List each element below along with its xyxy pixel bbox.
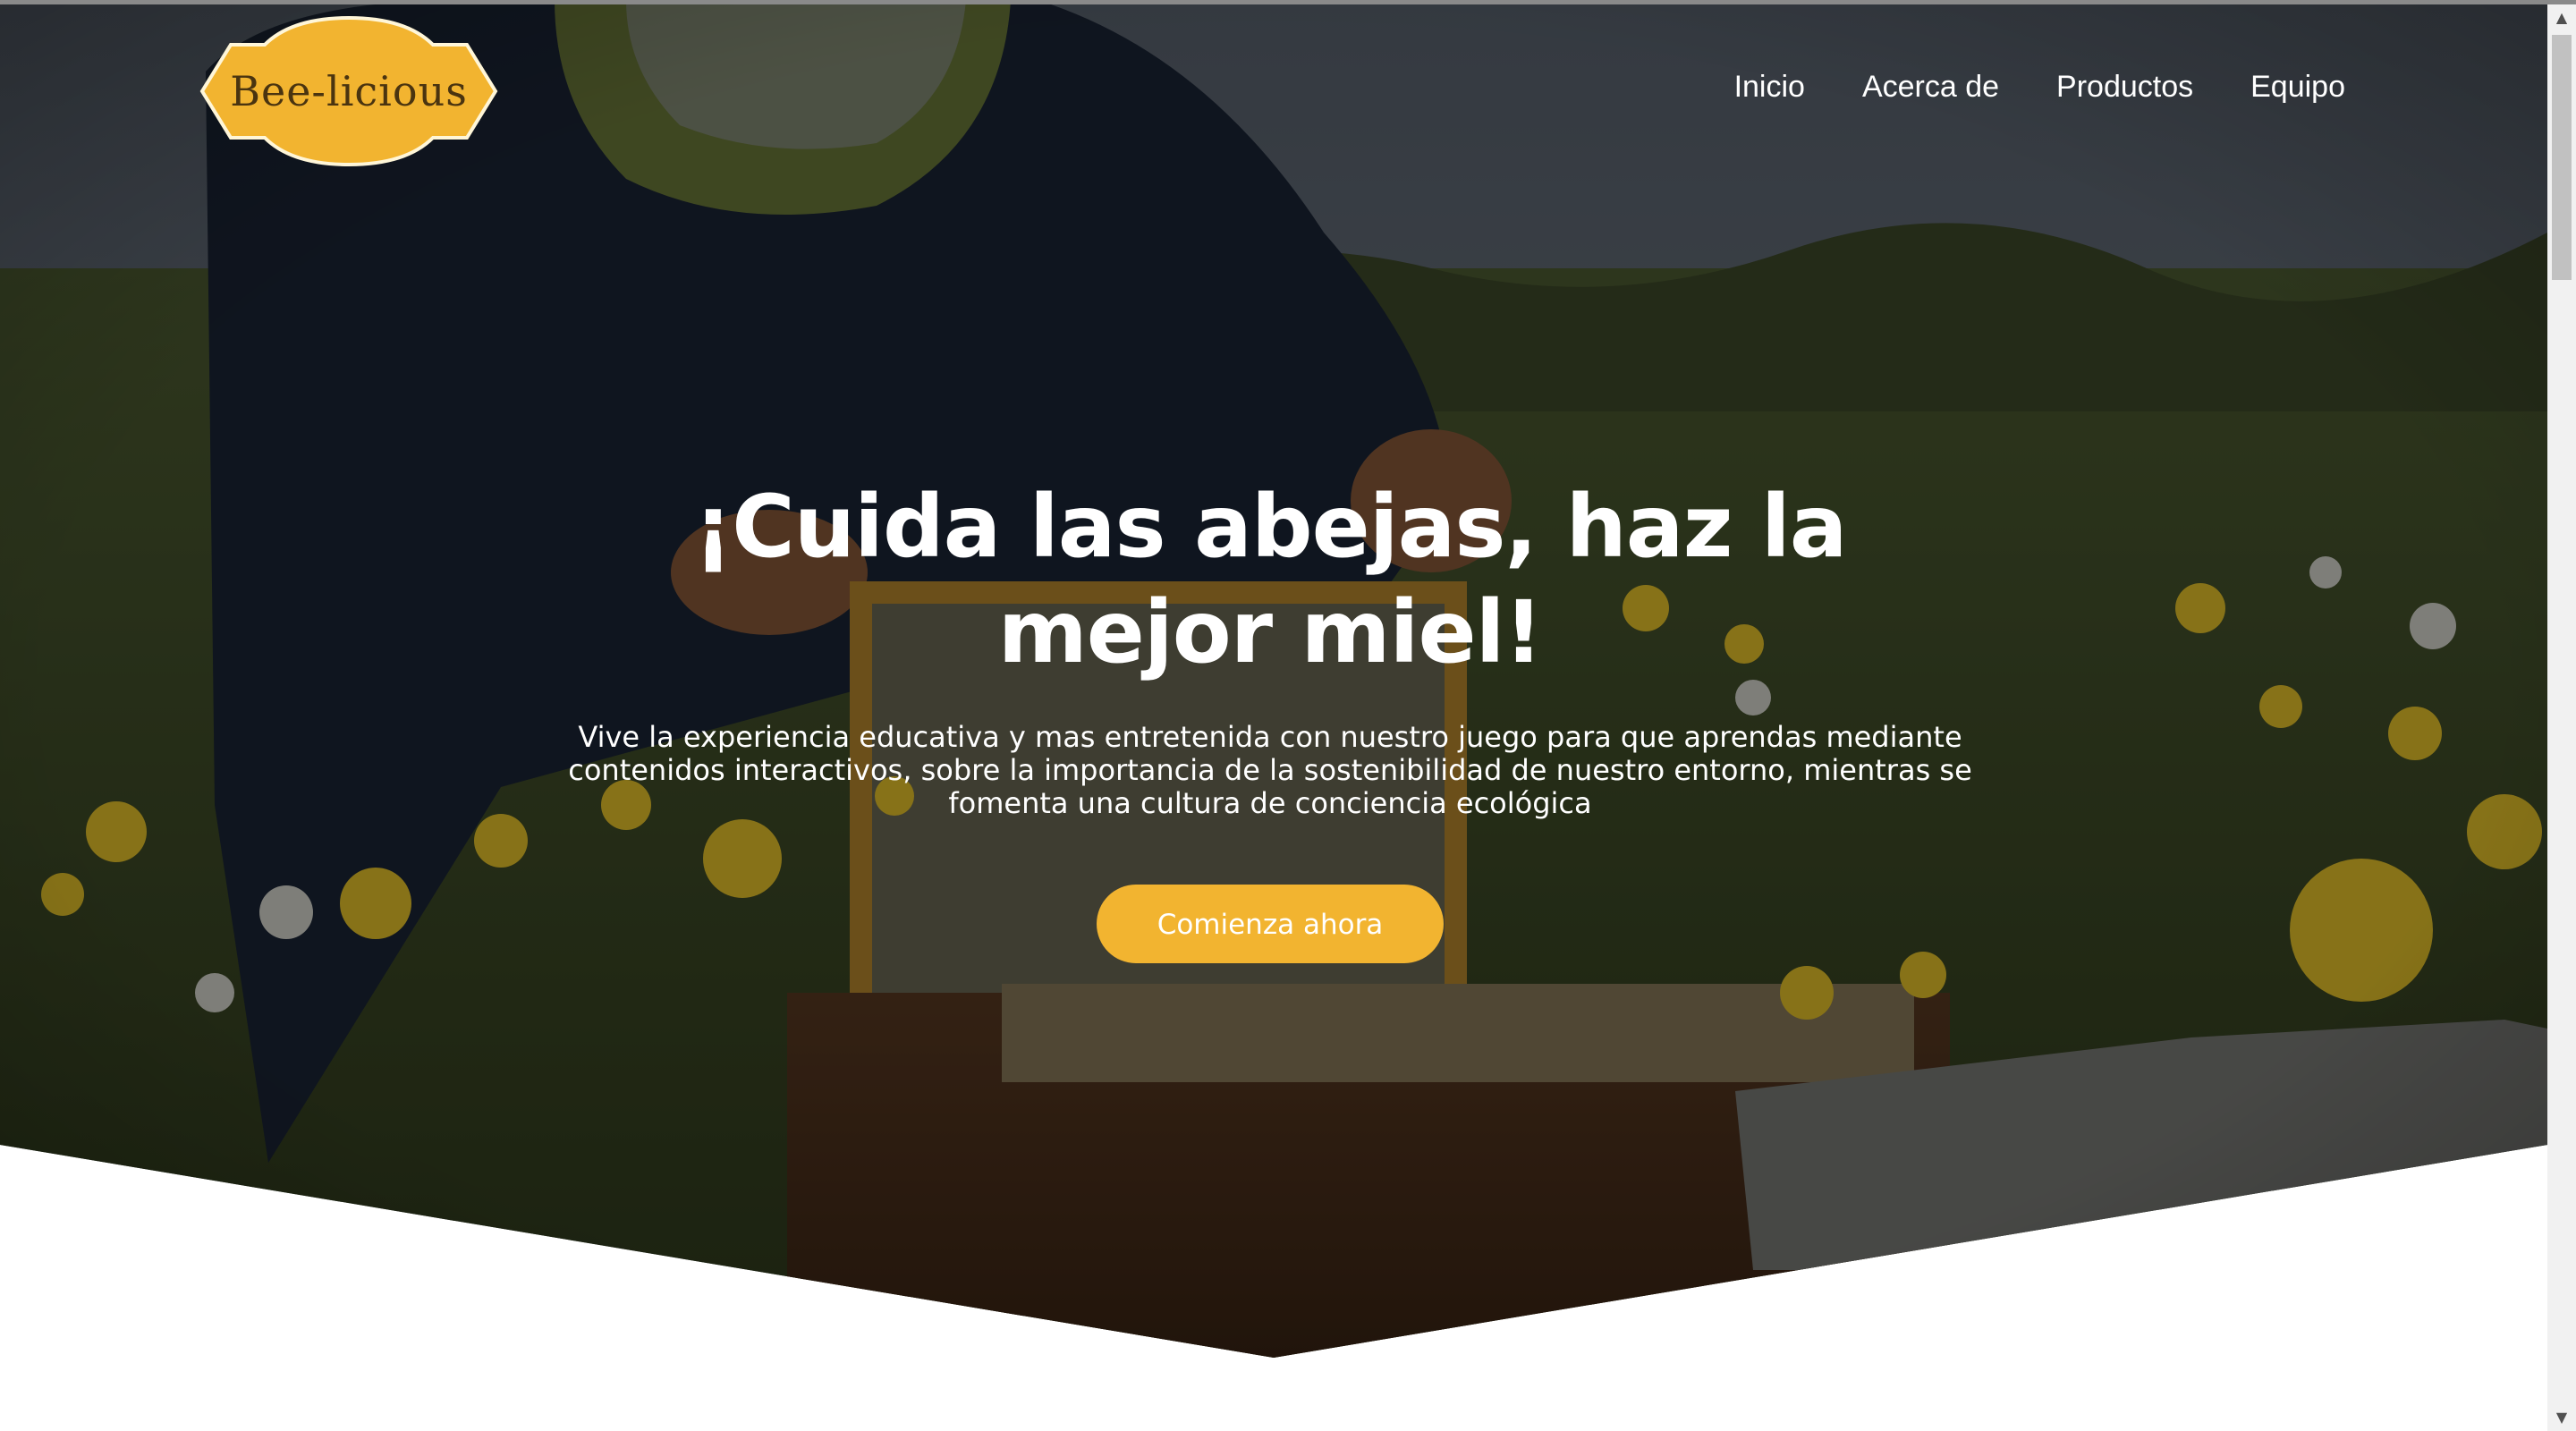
scrollbar-thumb[interactable] [2552, 35, 2572, 280]
hero-title: ¡Cuida las abejas, haz la mejor miel! [693, 477, 1847, 682]
nav-item-inicio[interactable]: Inicio [1734, 70, 1805, 105]
nav-item-acerca-de[interactable]: Acerca de [1862, 70, 1999, 105]
hero-description: Vive la experiencia educativa y mas entr… [568, 720, 1972, 820]
brand-logo-text: Bee-licious [230, 67, 468, 115]
brand-logo[interactable]: Bee-licious [199, 14, 499, 168]
hero-content: ¡Cuida las abejas, haz la mejor miel! Vi… [501, 474, 2039, 963]
start-now-button[interactable]: Comienza ahora [1097, 885, 1444, 963]
scroll-down-arrow-icon[interactable]: ▼ [2547, 1404, 2576, 1431]
nav-item-productos[interactable]: Productos [2056, 70, 2193, 105]
vertical-scrollbar[interactable]: ▲ ▼ [2547, 4, 2576, 1431]
window-top-border [0, 0, 2576, 4]
scroll-up-arrow-icon[interactable]: ▲ [2547, 4, 2576, 31]
main-nav: Inicio Acerca de Productos Equipo [1677, 70, 2345, 105]
navbar: Bee-licious Inicio Acerca de Productos E… [0, 0, 2547, 179]
hero-section: Bee-licious Inicio Acerca de Productos E… [0, 0, 2547, 1358]
page-viewport: Bee-licious Inicio Acerca de Productos E… [0, 0, 2547, 1431]
nav-item-equipo[interactable]: Equipo [2250, 70, 2345, 105]
